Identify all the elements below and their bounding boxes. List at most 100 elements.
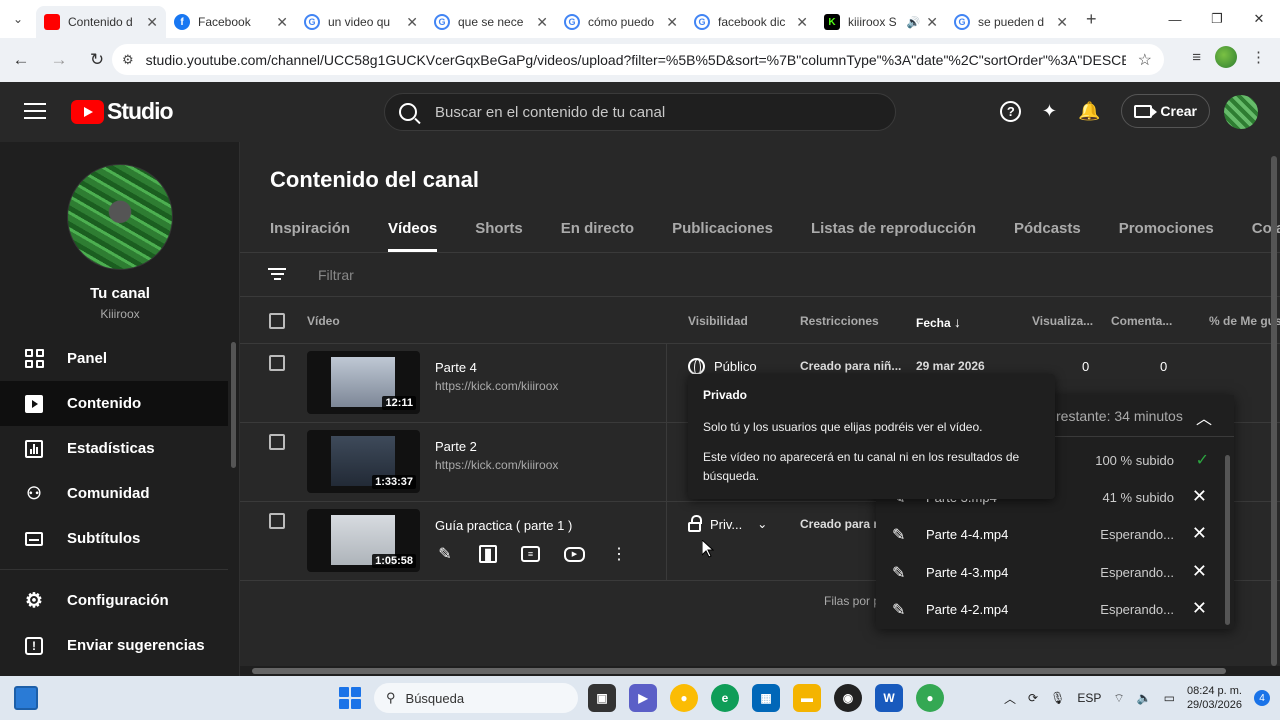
- restore-icon[interactable]: ❐: [1196, 0, 1238, 38]
- close-icon[interactable]: ✕: [1192, 598, 1207, 619]
- back-icon[interactable]: ←: [4, 43, 38, 77]
- edit-pencil-icon[interactable]: ✎: [892, 525, 905, 545]
- microphone-icon[interactable]: 🎙: [1050, 691, 1065, 705]
- speaker-icon[interactable]: 🔊: [907, 16, 921, 29]
- sidebar-item-panel[interactable]: Panel: [0, 336, 228, 381]
- video-title[interactable]: Guía practica ( parte 1 ): [435, 518, 572, 533]
- create-button[interactable]: Crear: [1121, 94, 1210, 128]
- battery-icon[interactable]: ▭: [1164, 691, 1175, 705]
- tab-search-menu-button[interactable]: ⌄: [0, 0, 36, 38]
- edit-pencil-icon[interactable]: ✎: [892, 600, 905, 620]
- video-thumbnail[interactable]: 1:05:58: [307, 509, 420, 572]
- scrollbar-thumb[interactable]: [252, 668, 1226, 674]
- studio-logo[interactable]: Studio: [71, 98, 174, 125]
- help-icon[interactable]: ?: [1000, 100, 1022, 122]
- sparkle-icon[interactable]: ✦: [1037, 99, 1061, 123]
- visibility-public[interactable]: Público: [688, 358, 757, 376]
- browser-tab[interactable]: G un video qu ✕: [296, 6, 426, 38]
- channel-search-input[interactable]: Buscar en el contenido de tu canal: [384, 93, 896, 131]
- channel-avatar[interactable]: [67, 164, 173, 270]
- teams-icon[interactable]: ▶: [629, 684, 657, 712]
- sidebar-item-content[interactable]: Contenido: [0, 381, 228, 426]
- notifications-bell-icon[interactable]: 🔔: [1077, 99, 1101, 123]
- obs-icon[interactable]: ◉: [834, 684, 862, 712]
- visibility-dropdown[interactable]: Priv... ⌄: [688, 515, 767, 532]
- volume-icon[interactable]: 🔈: [1137, 691, 1152, 705]
- reload-icon[interactable]: ↻: [80, 43, 114, 77]
- browser-tab[interactable]: G cómo puedo ✕: [556, 6, 686, 38]
- site-info-icon[interactable]: ⚙: [122, 52, 134, 68]
- column-header-restrictions[interactable]: Restricciones: [800, 314, 879, 328]
- video-title[interactable]: Parte 4: [435, 360, 477, 375]
- media-control-icon[interactable]: ≡: [1192, 49, 1201, 66]
- chrome-icon[interactable]: ●: [670, 684, 698, 712]
- tab-en-directo[interactable]: En directo: [561, 220, 634, 252]
- task-view-icon[interactable]: ▣: [588, 684, 616, 712]
- tab-shorts[interactable]: Shorts: [475, 220, 523, 252]
- row-checkbox[interactable]: [269, 434, 285, 450]
- browser-tab[interactable]: G facebook dic ✕: [686, 6, 816, 38]
- column-header-views[interactable]: Visualiza...: [1032, 314, 1093, 328]
- wifi-icon[interactable]: ⌔: [1113, 691, 1124, 706]
- main-scrollbar[interactable]: [1271, 156, 1277, 666]
- close-tab-icon[interactable]: ✕: [406, 14, 418, 31]
- tab-promociones[interactable]: Promociones: [1119, 220, 1214, 252]
- forward-icon[interactable]: →: [42, 43, 76, 77]
- notification-badge[interactable]: 4: [1254, 690, 1270, 706]
- sidebar-item-analytics[interactable]: Estadísticas: [0, 426, 228, 471]
- select-all-checkbox[interactable]: [269, 313, 285, 329]
- close-tab-icon[interactable]: ✕: [276, 14, 288, 31]
- filter-input[interactable]: Filtrar: [318, 267, 354, 283]
- browser-menu-icon[interactable]: ⋮: [1251, 48, 1266, 66]
- sidebar-item-settings[interactable]: ⚙ Configuración: [0, 578, 228, 623]
- tab-podcasts[interactable]: Pódcasts: [1014, 220, 1081, 252]
- word-icon[interactable]: W: [875, 684, 903, 712]
- sidebar-item-subtitles[interactable]: Subtítulos: [0, 516, 228, 561]
- comments-icon[interactable]: ≡: [521, 546, 540, 562]
- clock[interactable]: 08:24 p. m. 29/03/2026: [1187, 684, 1242, 712]
- profile-avatar[interactable]: [1215, 46, 1237, 68]
- row-checkbox[interactable]: [269, 513, 285, 529]
- close-tab-icon[interactable]: ✕: [146, 14, 158, 31]
- bookmark-star-icon[interactable]: ☆: [1138, 50, 1152, 70]
- new-tab-button[interactable]: +: [1086, 9, 1097, 30]
- more-options-icon[interactable]: ⋮: [609, 544, 629, 564]
- chevron-up-icon[interactable]: ︿: [1004, 690, 1016, 707]
- chrome-profile-icon[interactable]: ●: [916, 684, 944, 712]
- close-tab-icon[interactable]: ✕: [926, 14, 938, 31]
- taskbar-search-input[interactable]: ⚲ Búsqueda: [374, 683, 578, 713]
- column-header-date[interactable]: Fecha ↓: [916, 314, 961, 330]
- browser-tab[interactable]: f Facebook ✕: [166, 6, 296, 38]
- sync-icon[interactable]: ⟳: [1028, 691, 1038, 705]
- edit-pencil-icon[interactable]: ✎: [892, 563, 905, 583]
- edge-icon[interactable]: e: [711, 684, 739, 712]
- sidebar-item-community[interactable]: ⚇ Comunidad: [0, 471, 228, 516]
- tab-inspiracion[interactable]: Inspiración: [270, 220, 350, 252]
- edit-pencil-icon[interactable]: ✎: [435, 544, 455, 564]
- upload-panel-scrollbar[interactable]: [1225, 455, 1230, 625]
- tab-videos[interactable]: Vídeos: [388, 220, 438, 252]
- chevron-up-icon[interactable]: ︿: [1196, 405, 1212, 429]
- row-checkbox[interactable]: [269, 355, 285, 371]
- column-header-visibility[interactable]: Visibilidad: [688, 314, 748, 328]
- video-title[interactable]: Parte 2: [435, 439, 477, 454]
- close-tab-icon[interactable]: ✕: [1056, 14, 1068, 31]
- close-icon[interactable]: ✕: [1192, 561, 1207, 582]
- account-avatar[interactable]: [1224, 95, 1258, 129]
- close-icon[interactable]: ✕: [1192, 523, 1207, 544]
- youtube-view-icon[interactable]: ▶: [564, 546, 585, 562]
- video-thumbnail[interactable]: 1:33:37: [307, 430, 420, 493]
- browser-tab[interactable]: K kiiiroox S 🔊 ✕: [816, 6, 946, 38]
- analytics-icon[interactable]: ▮: [479, 545, 497, 563]
- url-field[interactable]: ⚙ studio.youtube.com/channel/UCC58g1GUCK…: [112, 44, 1164, 75]
- close-tab-icon[interactable]: ✕: [536, 14, 548, 31]
- close-tab-icon[interactable]: ✕: [666, 14, 678, 31]
- close-window-icon[interactable]: ✕: [1238, 0, 1280, 38]
- minimize-icon[interactable]: —: [1154, 0, 1196, 38]
- file-explorer-icon[interactable]: ▬: [793, 684, 821, 712]
- tab-listas[interactable]: Listas de reproducción: [811, 220, 976, 252]
- horizontal-scrollbar[interactable]: [240, 666, 1280, 676]
- tab-publicaciones[interactable]: Publicaciones: [672, 220, 773, 252]
- close-icon[interactable]: ✕: [1192, 486, 1207, 507]
- browser-tab[interactable]: G que se nece ✕: [426, 6, 556, 38]
